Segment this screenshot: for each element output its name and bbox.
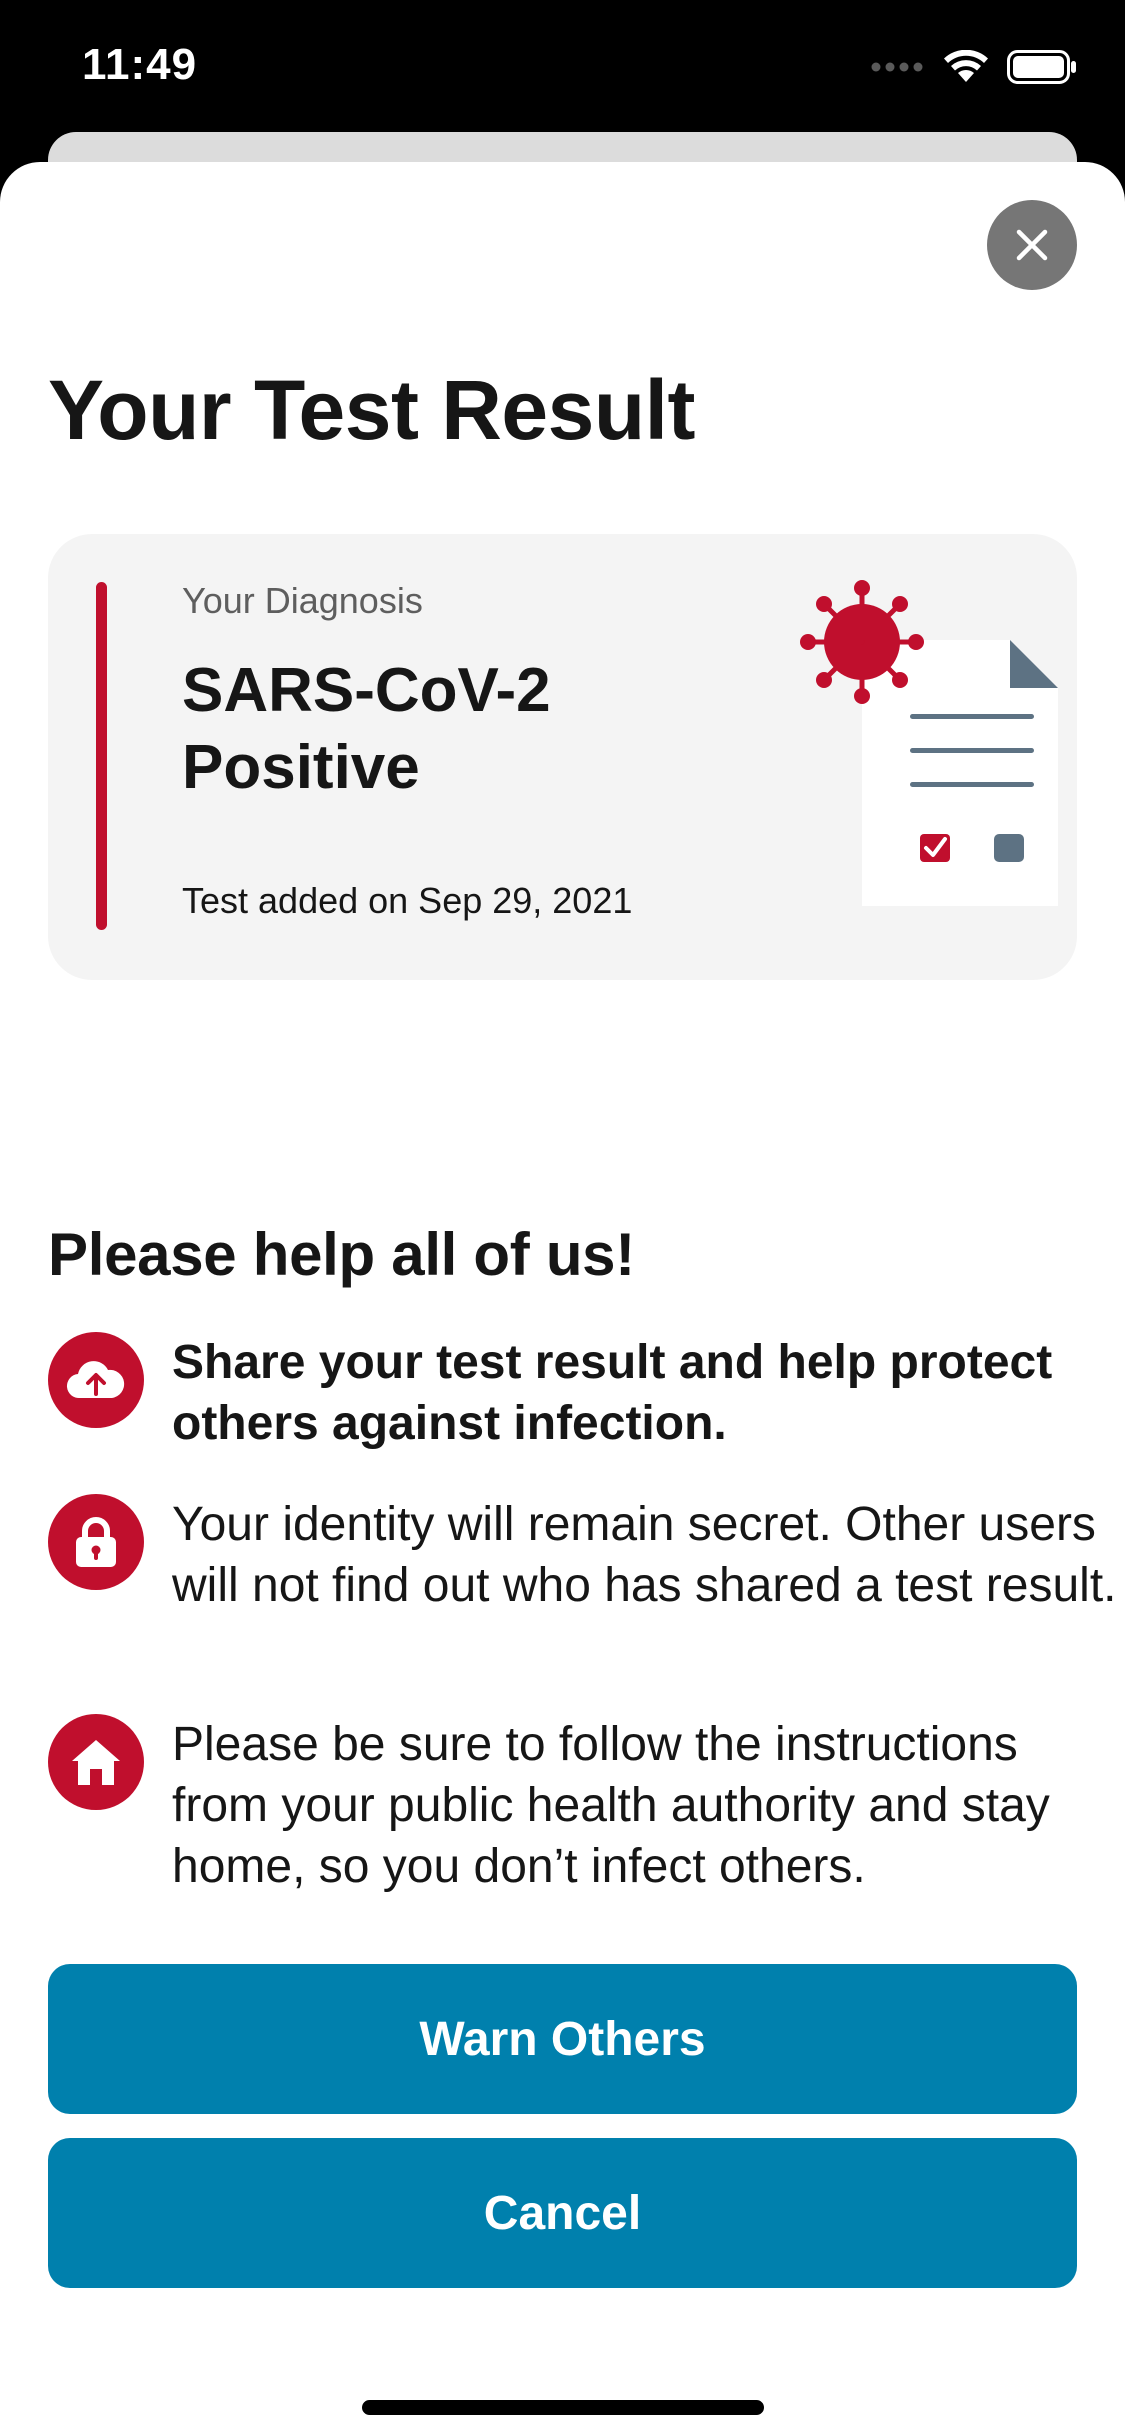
cancel-button[interactable]: Cancel <box>48 2138 1077 2288</box>
status-bar: 11:49 <box>0 0 1125 140</box>
test-added-date: Test added on Sep 29, 2021 <box>182 880 633 921</box>
home-indicator[interactable] <box>362 2400 764 2415</box>
page-title: Your Test Result <box>48 363 695 457</box>
status-time: 11:49 <box>82 40 198 89</box>
info-text-privacy: Your identity will remain secret. Other … <box>172 1498 1117 1612</box>
diagnosis-accent-bar <box>96 582 107 930</box>
positive-test-document-icon <box>800 580 1058 906</box>
home-icon <box>48 1714 144 1810</box>
section-title: Please help all of us! <box>48 1221 635 1288</box>
warn-others-button[interactable]: Warn Others <box>48 1964 1077 2114</box>
test-result-sheet: Your Test Result Your Diagnosis SARS-CoV… <box>0 162 1125 2436</box>
cellular-signal-icon <box>871 62 923 72</box>
info-text-share: Share your test result and help protect … <box>172 1336 1053 1450</box>
wifi-icon <box>944 50 988 82</box>
close-button[interactable] <box>987 200 1077 290</box>
diagnosis-value: SARS-CoV-2 Positive <box>182 656 551 802</box>
lock-icon <box>48 1494 144 1590</box>
diagnosis-card: Your Diagnosis SARS-CoV-2 Positive Test … <box>48 534 1077 980</box>
cloud-upload-icon <box>48 1332 144 1428</box>
close-icon <box>1016 229 1048 261</box>
info-text-stay-home: Please be sure to follow the instruction… <box>172 1718 1050 1893</box>
diagnosis-label: Your Diagnosis <box>182 580 423 621</box>
battery-icon <box>1007 50 1076 84</box>
status-indicators <box>871 50 1077 84</box>
